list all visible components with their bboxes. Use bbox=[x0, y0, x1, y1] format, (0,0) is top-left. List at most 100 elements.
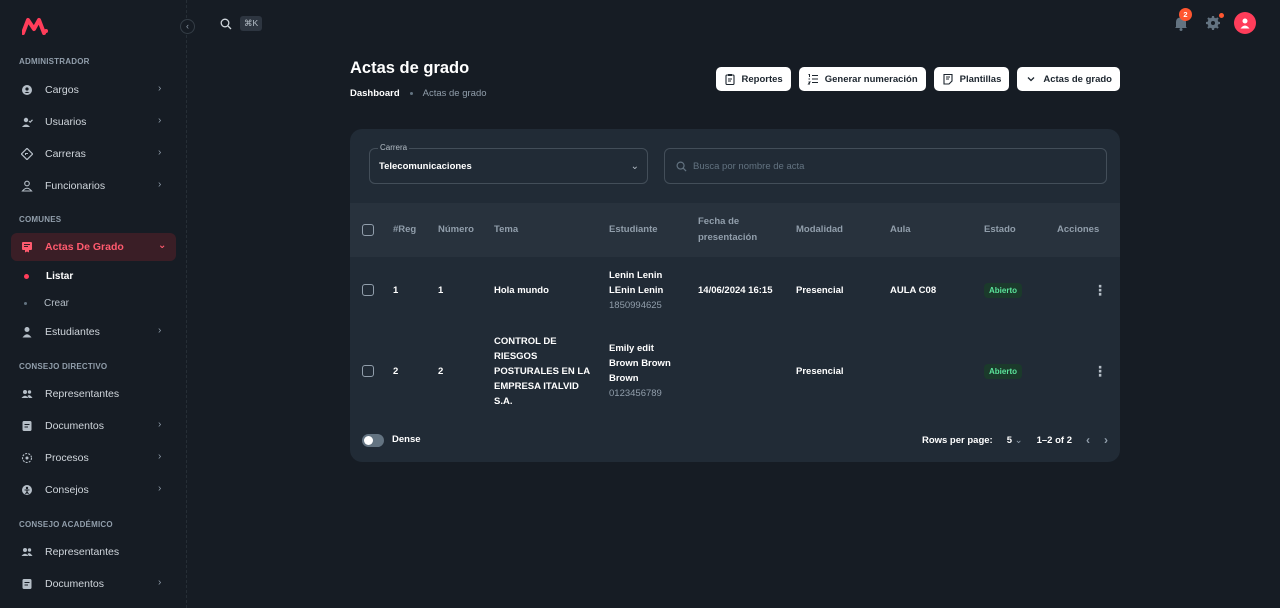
table-row[interactable]: 1 1 Hola mundo Lenin Lenin LEnin Lenin 1… bbox=[350, 257, 1120, 323]
table-row[interactable]: 2 2 CONTROL DE RIESGOS POSTURALES EN LA … bbox=[350, 323, 1120, 419]
sidebar-item-procesos[interactable]: Procesos › bbox=[11, 444, 176, 472]
more-vertical-icon: ⋮ bbox=[1093, 362, 1107, 379]
page-range: 1–2 of 2 bbox=[1036, 434, 1072, 446]
rows-per-page-value: 5 bbox=[1006, 434, 1012, 446]
avatar[interactable] bbox=[1234, 12, 1256, 34]
row-actions-button[interactable]: ⋮ bbox=[1093, 257, 1107, 323]
section-title-comunes: COMUNES bbox=[19, 215, 62, 224]
process-icon bbox=[21, 452, 33, 464]
certificate-icon bbox=[21, 241, 33, 253]
sidebar-item-representantes[interactable]: Representantes bbox=[11, 380, 176, 408]
chevron-down-icon: ⌄ bbox=[1014, 434, 1023, 446]
status-badge: Abierto bbox=[984, 363, 1022, 379]
column-header-numero[interactable]: Número bbox=[438, 203, 474, 257]
chevron-down-icon: ⌄ bbox=[158, 240, 167, 251]
sidebar-subitem-crear[interactable]: Crear bbox=[24, 293, 69, 313]
reportes-button[interactable]: Reportes bbox=[715, 67, 791, 91]
chevron-right-icon: › bbox=[158, 179, 162, 190]
sidebar-item-usuarios[interactable]: Usuarios › bbox=[11, 108, 176, 136]
column-header-fecha[interactable]: Fecha de presentación bbox=[698, 203, 757, 257]
select-all-checkbox[interactable] bbox=[362, 203, 374, 257]
chevron-right-icon: › bbox=[158, 577, 162, 588]
estudiante-line: Lenin Lenin bbox=[609, 269, 663, 281]
sidebar-item-label: Carreras bbox=[45, 148, 86, 160]
acta-search-input[interactable] bbox=[693, 160, 1093, 172]
generar-numeracion-button[interactable]: Generar numeración bbox=[798, 67, 926, 91]
carrera-select[interactable]: Carrera Telecomunicaciones ⌄ bbox=[369, 143, 648, 184]
collapse-sidebar-button[interactable]: ‹ bbox=[180, 19, 195, 34]
chevron-right-icon: › bbox=[158, 451, 162, 462]
logo-icon[interactable] bbox=[22, 17, 48, 35]
column-header-modalidad[interactable]: Modalidad bbox=[796, 203, 843, 257]
sidebar-subitem-listar[interactable]: Listar bbox=[24, 266, 73, 286]
sidebar-item-estudiantes[interactable]: Estudiantes › bbox=[11, 318, 176, 346]
sidebar-item-actas-de-grado[interactable]: Actas De Grado ⌄ bbox=[11, 233, 176, 261]
sidebar-item-carreras[interactable]: Carreras › bbox=[11, 140, 176, 168]
chevron-right-icon: › bbox=[158, 419, 162, 430]
sidebar-subitem-label: Listar bbox=[46, 270, 74, 282]
tema-line: CONTROL DE bbox=[494, 335, 557, 347]
column-header-estado[interactable]: Estado bbox=[984, 203, 1016, 257]
sidebar-item-funcionarios[interactable]: Funcionarios › bbox=[11, 172, 176, 200]
global-search-button[interactable]: ⌘K bbox=[220, 16, 263, 31]
person-icon bbox=[21, 180, 33, 192]
rows-per-page-select[interactable]: 5 ⌄ bbox=[1007, 435, 1023, 446]
carrera-label: Carrera bbox=[378, 143, 410, 152]
users-icon bbox=[21, 388, 33, 400]
chevron-right-icon: › bbox=[158, 115, 162, 126]
document-icon bbox=[21, 578, 33, 590]
page-title: Actas de grado bbox=[350, 59, 470, 77]
column-header-estudiante[interactable]: Estudiante bbox=[609, 203, 658, 257]
clipboard-icon bbox=[724, 73, 736, 85]
breadcrumb-dashboard[interactable]: Dashboard bbox=[350, 88, 400, 99]
notifications-button[interactable]: 2 bbox=[1170, 8, 1192, 34]
cell-estudiante: Lenin Lenin LEnin Lenin 1850994625 bbox=[609, 257, 663, 323]
column-header-reg[interactable]: #Reg bbox=[393, 203, 416, 257]
cell-estudiante: Emily edit Brown Brown Brown 0123456789 bbox=[609, 323, 671, 419]
sidebar-item-label: Documentos bbox=[45, 420, 104, 432]
actas-de-grado-dropdown[interactable]: Actas de grado bbox=[1017, 67, 1120, 91]
sidebar-item-documentos-academico[interactable]: Documentos › bbox=[11, 570, 176, 598]
tema-line: EMPRESA ITALVID bbox=[494, 380, 579, 392]
actas-table-card: Carrera Telecomunicaciones ⌄ #Reg Número… bbox=[350, 129, 1120, 462]
sidebar-item-representantes-academico[interactable]: Representantes bbox=[11, 538, 176, 566]
dense-label: Dense bbox=[392, 434, 421, 445]
list-numbered-icon bbox=[807, 73, 819, 85]
row-checkbox[interactable] bbox=[362, 323, 374, 419]
sidebar-item-label: Cargos bbox=[45, 84, 79, 96]
column-header-aula[interactable]: Aula bbox=[890, 203, 911, 257]
row-actions-button[interactable]: ⋮ bbox=[1093, 323, 1107, 419]
template-icon bbox=[942, 73, 954, 85]
sidebar-item-documentos[interactable]: Documentos › bbox=[11, 412, 176, 440]
chevron-down-icon: ⌄ bbox=[630, 161, 639, 172]
sidebar-item-cargos[interactable]: Cargos › bbox=[11, 76, 176, 104]
status-badge: Abierto bbox=[984, 282, 1022, 298]
dense-toggle[interactable] bbox=[362, 434, 384, 447]
chevron-right-icon: › bbox=[158, 83, 162, 94]
cell-estado: Abierto bbox=[984, 323, 1022, 419]
cell-reg: 2 bbox=[393, 365, 399, 377]
settings-button[interactable] bbox=[1202, 12, 1224, 34]
sidebar-item-consejos[interactable]: Consejos › bbox=[11, 476, 176, 504]
next-page-button[interactable]: › bbox=[1104, 433, 1108, 447]
column-header-tema[interactable]: Tema bbox=[494, 203, 518, 257]
chevron-right-icon: › bbox=[158, 147, 162, 158]
tema-line: Hola mundo bbox=[494, 284, 549, 296]
cell-aula: AULA C08 bbox=[890, 284, 937, 296]
cell-tema: Hola mundo bbox=[494, 257, 549, 323]
cell-modalidad: Presencial bbox=[796, 284, 844, 296]
breadcrumb-current: Actas de grado bbox=[422, 88, 487, 99]
topbar-icons: 2 bbox=[1170, 8, 1256, 34]
button-label: Reportes bbox=[741, 73, 783, 85]
sidebar-item-label: Usuarios bbox=[45, 116, 87, 128]
table-header: #Reg Número Tema Estudiante Fecha de pre… bbox=[350, 203, 1120, 257]
sidebar-item-label: Estudiantes bbox=[45, 326, 100, 338]
row-checkbox[interactable] bbox=[362, 257, 374, 323]
plantillas-button[interactable]: Plantillas bbox=[933, 67, 1010, 91]
rows-per-page-label: Rows per page: bbox=[921, 434, 993, 446]
document-icon bbox=[21, 420, 33, 432]
previous-page-button[interactable]: ‹ bbox=[1086, 433, 1090, 447]
sidebar-item-label: Representantes bbox=[45, 546, 120, 558]
acta-search-field[interactable] bbox=[664, 148, 1107, 184]
student-icon bbox=[21, 326, 33, 338]
